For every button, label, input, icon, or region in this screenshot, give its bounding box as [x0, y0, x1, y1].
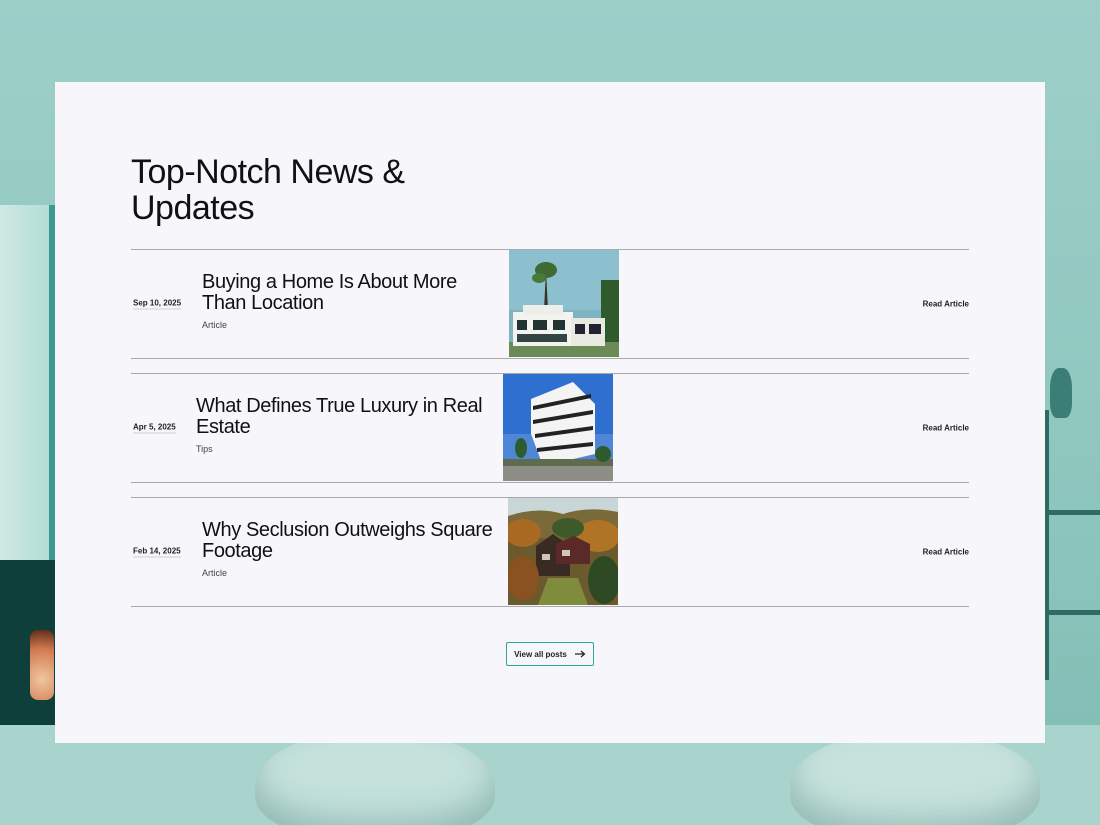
post-text: Why Seclusion Outweighs Square Footage A… [202, 520, 502, 579]
post-row[interactable]: Apr 5, 2025 What Defines True Luxury in … [131, 373, 969, 483]
post-title[interactable]: Buying a Home Is About More Than Locatio… [202, 272, 502, 314]
background-shelf [1044, 410, 1100, 680]
post-thumbnail-forest-house[interactable] [508, 498, 618, 605]
post-text: What Defines True Luxury in Real Estate … [196, 396, 496, 455]
post-title[interactable]: What Defines True Luxury in Real Estate [196, 396, 496, 438]
post-date: Apr 5, 2025 [133, 422, 176, 434]
read-article-link[interactable]: Read Article [923, 548, 969, 557]
view-all-posts-button[interactable]: View all posts [506, 642, 594, 666]
background-fire [30, 630, 54, 700]
tower-image [503, 374, 613, 481]
post-text: Buying a Home Is About More Than Locatio… [202, 272, 502, 331]
post-row[interactable]: Sep 10, 2025 Buying a Home Is About More… [131, 249, 969, 359]
news-card: Top-Notch News & Updates Sep 10, 2025 Bu… [55, 82, 1045, 743]
post-list: Sep 10, 2025 Buying a Home Is About More… [131, 249, 969, 621]
forest-house-image [508, 498, 618, 605]
post-row[interactable]: Feb 14, 2025 Why Seclusion Outweighs Squ… [131, 497, 969, 607]
post-category: Article [202, 568, 228, 578]
post-date: Sep 10, 2025 [133, 298, 182, 310]
section-heading: Top-Notch News & Updates [131, 153, 405, 227]
post-category: Article [202, 320, 228, 330]
arrow-right-icon [574, 650, 586, 658]
post-thumbnail-villa[interactable] [509, 250, 619, 357]
background-window [0, 205, 55, 585]
post-title[interactable]: Why Seclusion Outweighs Square Footage [202, 520, 502, 562]
villa-image [509, 250, 619, 357]
read-article-link[interactable]: Read Article [923, 300, 969, 309]
post-category: Tips [196, 444, 213, 454]
read-article-link[interactable]: Read Article [923, 424, 969, 433]
view-all-label: View all posts [514, 649, 567, 659]
post-date: Feb 14, 2025 [133, 546, 181, 558]
post-thumbnail-tower[interactable] [503, 374, 613, 481]
